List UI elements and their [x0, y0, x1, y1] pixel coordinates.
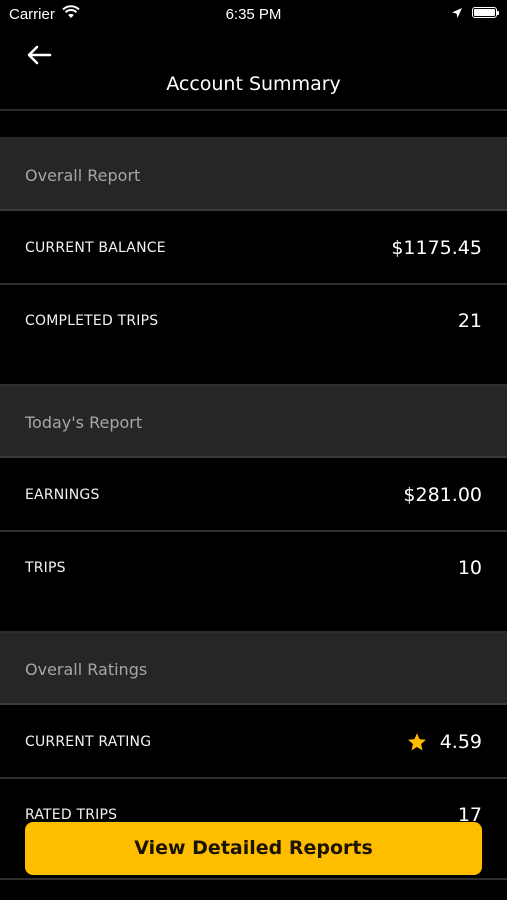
- section-title: Overall Report: [25, 166, 141, 185]
- row-value: $281.00: [403, 484, 482, 506]
- row-label: COMPLETED TRIPS: [25, 313, 159, 329]
- row-label: RATED TRIPS: [25, 807, 118, 823]
- row-current-balance: CURRENT BALANCE $1175.45: [0, 211, 507, 285]
- view-detailed-reports-button[interactable]: View Detailed Reports: [25, 822, 482, 875]
- header-divider: [0, 109, 507, 111]
- star-icon: [407, 732, 427, 752]
- row-label: CURRENT RATING: [25, 734, 152, 750]
- row-value: 4.59: [439, 731, 482, 753]
- row-earnings: EARNINGS $281.00: [0, 458, 507, 532]
- section-header-overall-ratings: Overall Ratings: [0, 633, 507, 705]
- section-title: Overall Ratings: [25, 660, 148, 679]
- row-trips: TRIPS 10: [0, 532, 507, 633]
- row-completed-trips: COMPLETED TRIPS 21: [0, 285, 507, 386]
- row-value: $1175.45: [391, 237, 482, 259]
- status-bar: Carrier 6:35 PM: [0, 0, 507, 30]
- row-current-rating: CURRENT RATING 4.59: [0, 705, 507, 779]
- location-arrow-icon: [451, 6, 463, 23]
- row-label: EARNINGS: [25, 487, 100, 503]
- status-time: 6:35 PM: [225, 6, 282, 23]
- back-arrow-icon[interactable]: [24, 40, 54, 70]
- row-label: CURRENT BALANCE: [25, 240, 166, 256]
- row-value: 10: [457, 557, 482, 579]
- page-title: Account Summary: [166, 73, 341, 95]
- section-header-overall-report: Overall Report: [0, 139, 507, 211]
- section-title: Today's Report: [25, 413, 143, 432]
- row-label: TRIPS: [25, 560, 66, 576]
- section-header-todays-report: Today's Report: [0, 386, 507, 458]
- battery-icon: [472, 7, 499, 18]
- row-value: 21: [457, 310, 482, 332]
